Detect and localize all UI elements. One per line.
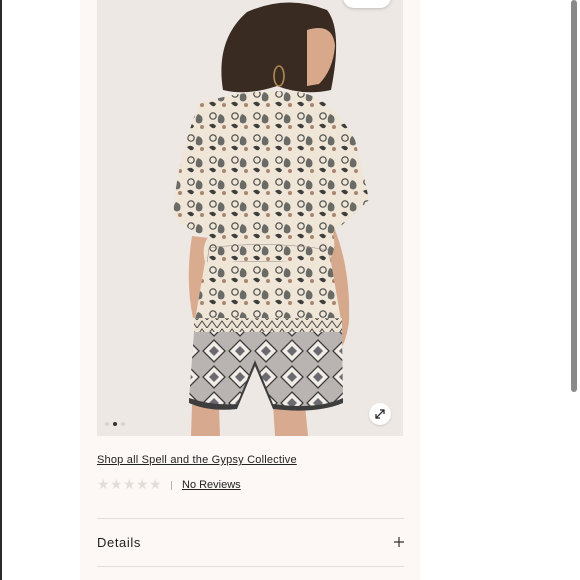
shop-all-brand-link[interactable]: Shop all Spell and the Gypsy Collective [97,454,297,466]
star-icon: ★ [110,476,123,492]
zoom-button[interactable] [369,403,391,425]
reviews-link[interactable]: No Reviews [182,479,241,491]
expand-icon [375,409,385,419]
plus-icon [394,537,404,547]
heart-icon: ♡ [373,0,383,8]
product-photo [97,0,403,436]
star-icon: ★ [123,476,136,492]
star-icon: ★ [149,476,162,492]
details-label: Details [97,535,141,550]
rating-separator [171,481,172,490]
details-accordion[interactable]: Details [97,518,404,566]
product-image[interactable] [97,0,403,436]
star-icon: ★ [136,476,149,492]
wishlist-button[interactable]: 335 ♡ [343,0,391,8]
star-icon: ★ [97,476,110,492]
carousel-dot-active[interactable] [113,422,117,426]
divider [97,566,404,567]
carousel-dot[interactable] [105,422,109,426]
wishlist-count: 335 [351,0,369,3]
scrollbar-thumb[interactable] [571,0,577,392]
carousel-dot[interactable] [121,422,125,426]
window-edge [0,0,2,580]
